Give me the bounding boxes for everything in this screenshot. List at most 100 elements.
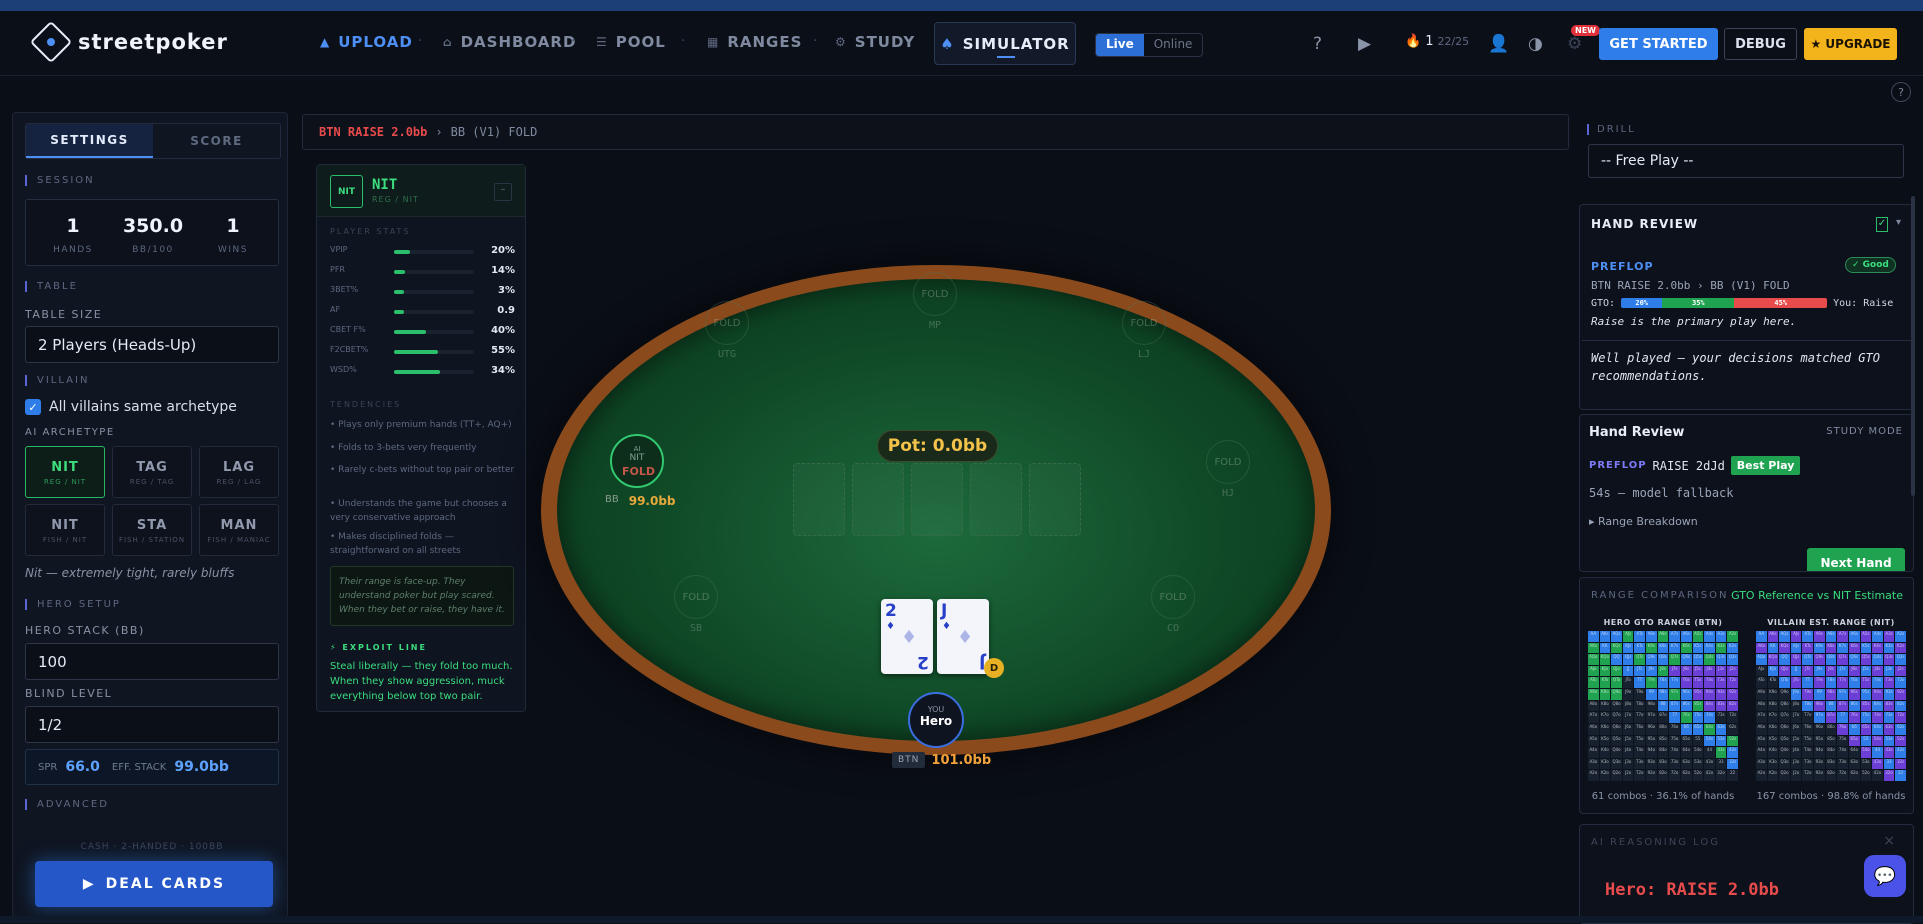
live-status[interactable]: Live bbox=[1096, 34, 1144, 56]
online-status[interactable]: Online bbox=[1144, 34, 1203, 56]
nav-simulator[interactable]: ♠ SIMULATOR bbox=[934, 22, 1076, 65]
theme-icon[interactable]: ◑ bbox=[1528, 34, 1543, 54]
range-cell: K9s bbox=[1814, 642, 1825, 654]
range-cell: A5o bbox=[1588, 735, 1599, 747]
brand-logo[interactable]: streetpoker bbox=[29, 20, 228, 64]
range-cell: A3s bbox=[1883, 631, 1895, 642]
nav-ranges[interactable]: ▦ RANGES bbox=[707, 33, 802, 51]
blind-level-select[interactable]: 1/2 bbox=[25, 706, 279, 743]
range-cell: 65o bbox=[1848, 735, 1860, 747]
hero-seat[interactable]: YOU Hero bbox=[908, 692, 964, 748]
seat-mp: FOLD MP bbox=[913, 272, 957, 331]
range-cell: 85o bbox=[1825, 735, 1837, 747]
tab-settings[interactable]: SETTINGS bbox=[26, 124, 153, 158]
get-started-button[interactable]: GET STARTED bbox=[1599, 28, 1718, 60]
board-slot-4 bbox=[970, 463, 1022, 536]
close-icon[interactable]: × bbox=[1883, 833, 1895, 849]
range-cell: 83o bbox=[1657, 758, 1669, 770]
range-cell: 88 bbox=[1657, 700, 1669, 712]
range-cell: K7o bbox=[1599, 712, 1611, 723]
range-cell: A8o bbox=[1588, 700, 1599, 712]
best-play-badge: Best Play bbox=[1730, 456, 1801, 475]
collapse-button[interactable]: – bbox=[494, 183, 512, 201]
seat-sb: FOLD SB bbox=[674, 575, 718, 634]
range-cell: A2s bbox=[1895, 631, 1906, 642]
hero-setup-heading: HERO SETUP bbox=[25, 599, 121, 610]
range-cell: A7s bbox=[1837, 631, 1848, 642]
hero-stack-input[interactable]: 100 bbox=[25, 643, 279, 680]
chat-bubble-icon[interactable]: 💬 bbox=[1864, 855, 1906, 897]
review-check-icon[interactable]: ✓ bbox=[1876, 217, 1888, 232]
range-cell: Q6o bbox=[1611, 723, 1622, 735]
settings-panel: SETTINGS SCORE SESSION 1 HANDS 350.0 BB/10… bbox=[12, 112, 288, 918]
range-cell: 82o bbox=[1657, 770, 1669, 781]
nav-dashboard[interactable]: ⌂ DASHBOARD bbox=[443, 33, 576, 51]
debug-button[interactable]: DEBUG bbox=[1724, 28, 1797, 60]
same-archetype-checkbox[interactable]: ✓ All villains same archetype bbox=[25, 399, 237, 415]
upgrade-button[interactable]: ★ UPGRADE bbox=[1804, 28, 1897, 60]
range-cell: T8s bbox=[1825, 677, 1837, 689]
range-cell: 65s bbox=[1860, 723, 1872, 735]
range-cell: Q2s bbox=[1727, 654, 1738, 665]
range-cell: Q5o bbox=[1611, 735, 1622, 747]
range-cell: 82o bbox=[1825, 770, 1837, 781]
range-cell: 72s bbox=[1727, 712, 1738, 723]
range-cell: 32s bbox=[1727, 758, 1738, 770]
range-cell: KTs bbox=[1634, 642, 1646, 654]
hero-card-2[interactable]: J ♦ ♦ J bbox=[937, 599, 989, 674]
stat-row: VPIP 20% bbox=[330, 245, 515, 256]
advanced-heading[interactable]: ADVANCED bbox=[25, 799, 109, 810]
range-breakdown-toggle[interactable]: ▸ Range Breakdown bbox=[1589, 515, 1698, 528]
range-cell: 93s bbox=[1883, 689, 1895, 700]
ai-archetype-label: AI ARCHETYPE bbox=[25, 427, 115, 438]
table-size-select[interactable]: 2 Players (Heads-Up) bbox=[25, 326, 279, 363]
range-cell: K9s bbox=[1646, 642, 1657, 654]
range-cell: 84s bbox=[1704, 700, 1715, 712]
villain-seat-bb[interactable]: AI NIT FOLD bbox=[610, 434, 664, 488]
streak-counter: 🔥 1 22/25 bbox=[1405, 34, 1470, 49]
archetype-fish-nit[interactable]: NIT FISH / NIT bbox=[25, 504, 105, 556]
right-panel: DRILL -- Free Play -- HAND REVIEW ✓ ▾ PR… bbox=[1577, 112, 1918, 924]
right-scrollbar[interactable] bbox=[1911, 196, 1915, 496]
archetype-reg-lag[interactable]: LAG REG / LAG bbox=[199, 446, 279, 498]
nav-study[interactable]: ⚙ STUDY bbox=[835, 33, 915, 51]
page-help-icon[interactable]: ? bbox=[1891, 82, 1911, 102]
range-cell: J2o bbox=[1790, 770, 1802, 781]
range-cell: 22 bbox=[1895, 770, 1906, 781]
range-cell: K4o bbox=[1767, 747, 1779, 758]
hero-card-1[interactable]: 2 ♦ ♦ 2 bbox=[881, 599, 933, 674]
range-cell: 86s bbox=[1848, 700, 1860, 712]
nav-pool[interactable]: ☰ POOL bbox=[596, 33, 666, 51]
range-cell: K6o bbox=[1767, 723, 1779, 735]
tab-score[interactable]: SCORE bbox=[153, 124, 280, 158]
checkbox-checked-icon[interactable]: ✓ bbox=[25, 399, 41, 415]
settings-icon[interactable]: ⚙ bbox=[1567, 34, 1582, 54]
archetype-reg-tag[interactable]: TAG REG / TAG bbox=[112, 446, 192, 498]
archetype-fish-maniac[interactable]: MAN FISH / MANIAC bbox=[199, 504, 279, 556]
range-cell: T6o bbox=[1634, 723, 1646, 735]
next-hand-button[interactable]: Next Hand bbox=[1807, 548, 1905, 571]
stat-row: F2CBET% 55% bbox=[330, 345, 515, 356]
archetype-description: Nit — extremely tight, rarely bluffs bbox=[25, 566, 235, 580]
range-cell: 43o bbox=[1704, 758, 1715, 770]
user-icon[interactable]: 👤 bbox=[1488, 34, 1509, 54]
range-cell: A7s bbox=[1669, 631, 1680, 642]
range-cell: T7o bbox=[1634, 712, 1646, 723]
range-cell: 73s bbox=[1715, 712, 1727, 723]
archetype-reg-nit[interactable]: NIT REG / NIT bbox=[25, 446, 105, 498]
range-cell: 87s bbox=[1837, 700, 1848, 712]
range-cell: A5s bbox=[1692, 631, 1704, 642]
nav-upload[interactable]: ▲ UPLOAD bbox=[320, 33, 413, 51]
deal-cards-button[interactable]: ▶ DEAL CARDS bbox=[35, 861, 273, 907]
range-cell: J8s bbox=[1657, 665, 1669, 677]
chevron-down-icon[interactable]: ▾ bbox=[1896, 217, 1901, 228]
range-cell: A3s bbox=[1715, 631, 1727, 642]
archetype-fish-station[interactable]: STA FISH / STATION bbox=[112, 504, 192, 556]
drill-select[interactable]: -- Free Play -- bbox=[1588, 144, 1904, 178]
range-cell: T7o bbox=[1802, 712, 1814, 723]
help-icon[interactable]: ? bbox=[1313, 34, 1322, 54]
play-icon[interactable]: ▶ bbox=[1358, 34, 1371, 54]
range-cell: KTs bbox=[1802, 642, 1814, 654]
live-online-toggle[interactable]: Live Online bbox=[1095, 33, 1204, 57]
seat-co: FOLD CO bbox=[1151, 575, 1195, 634]
